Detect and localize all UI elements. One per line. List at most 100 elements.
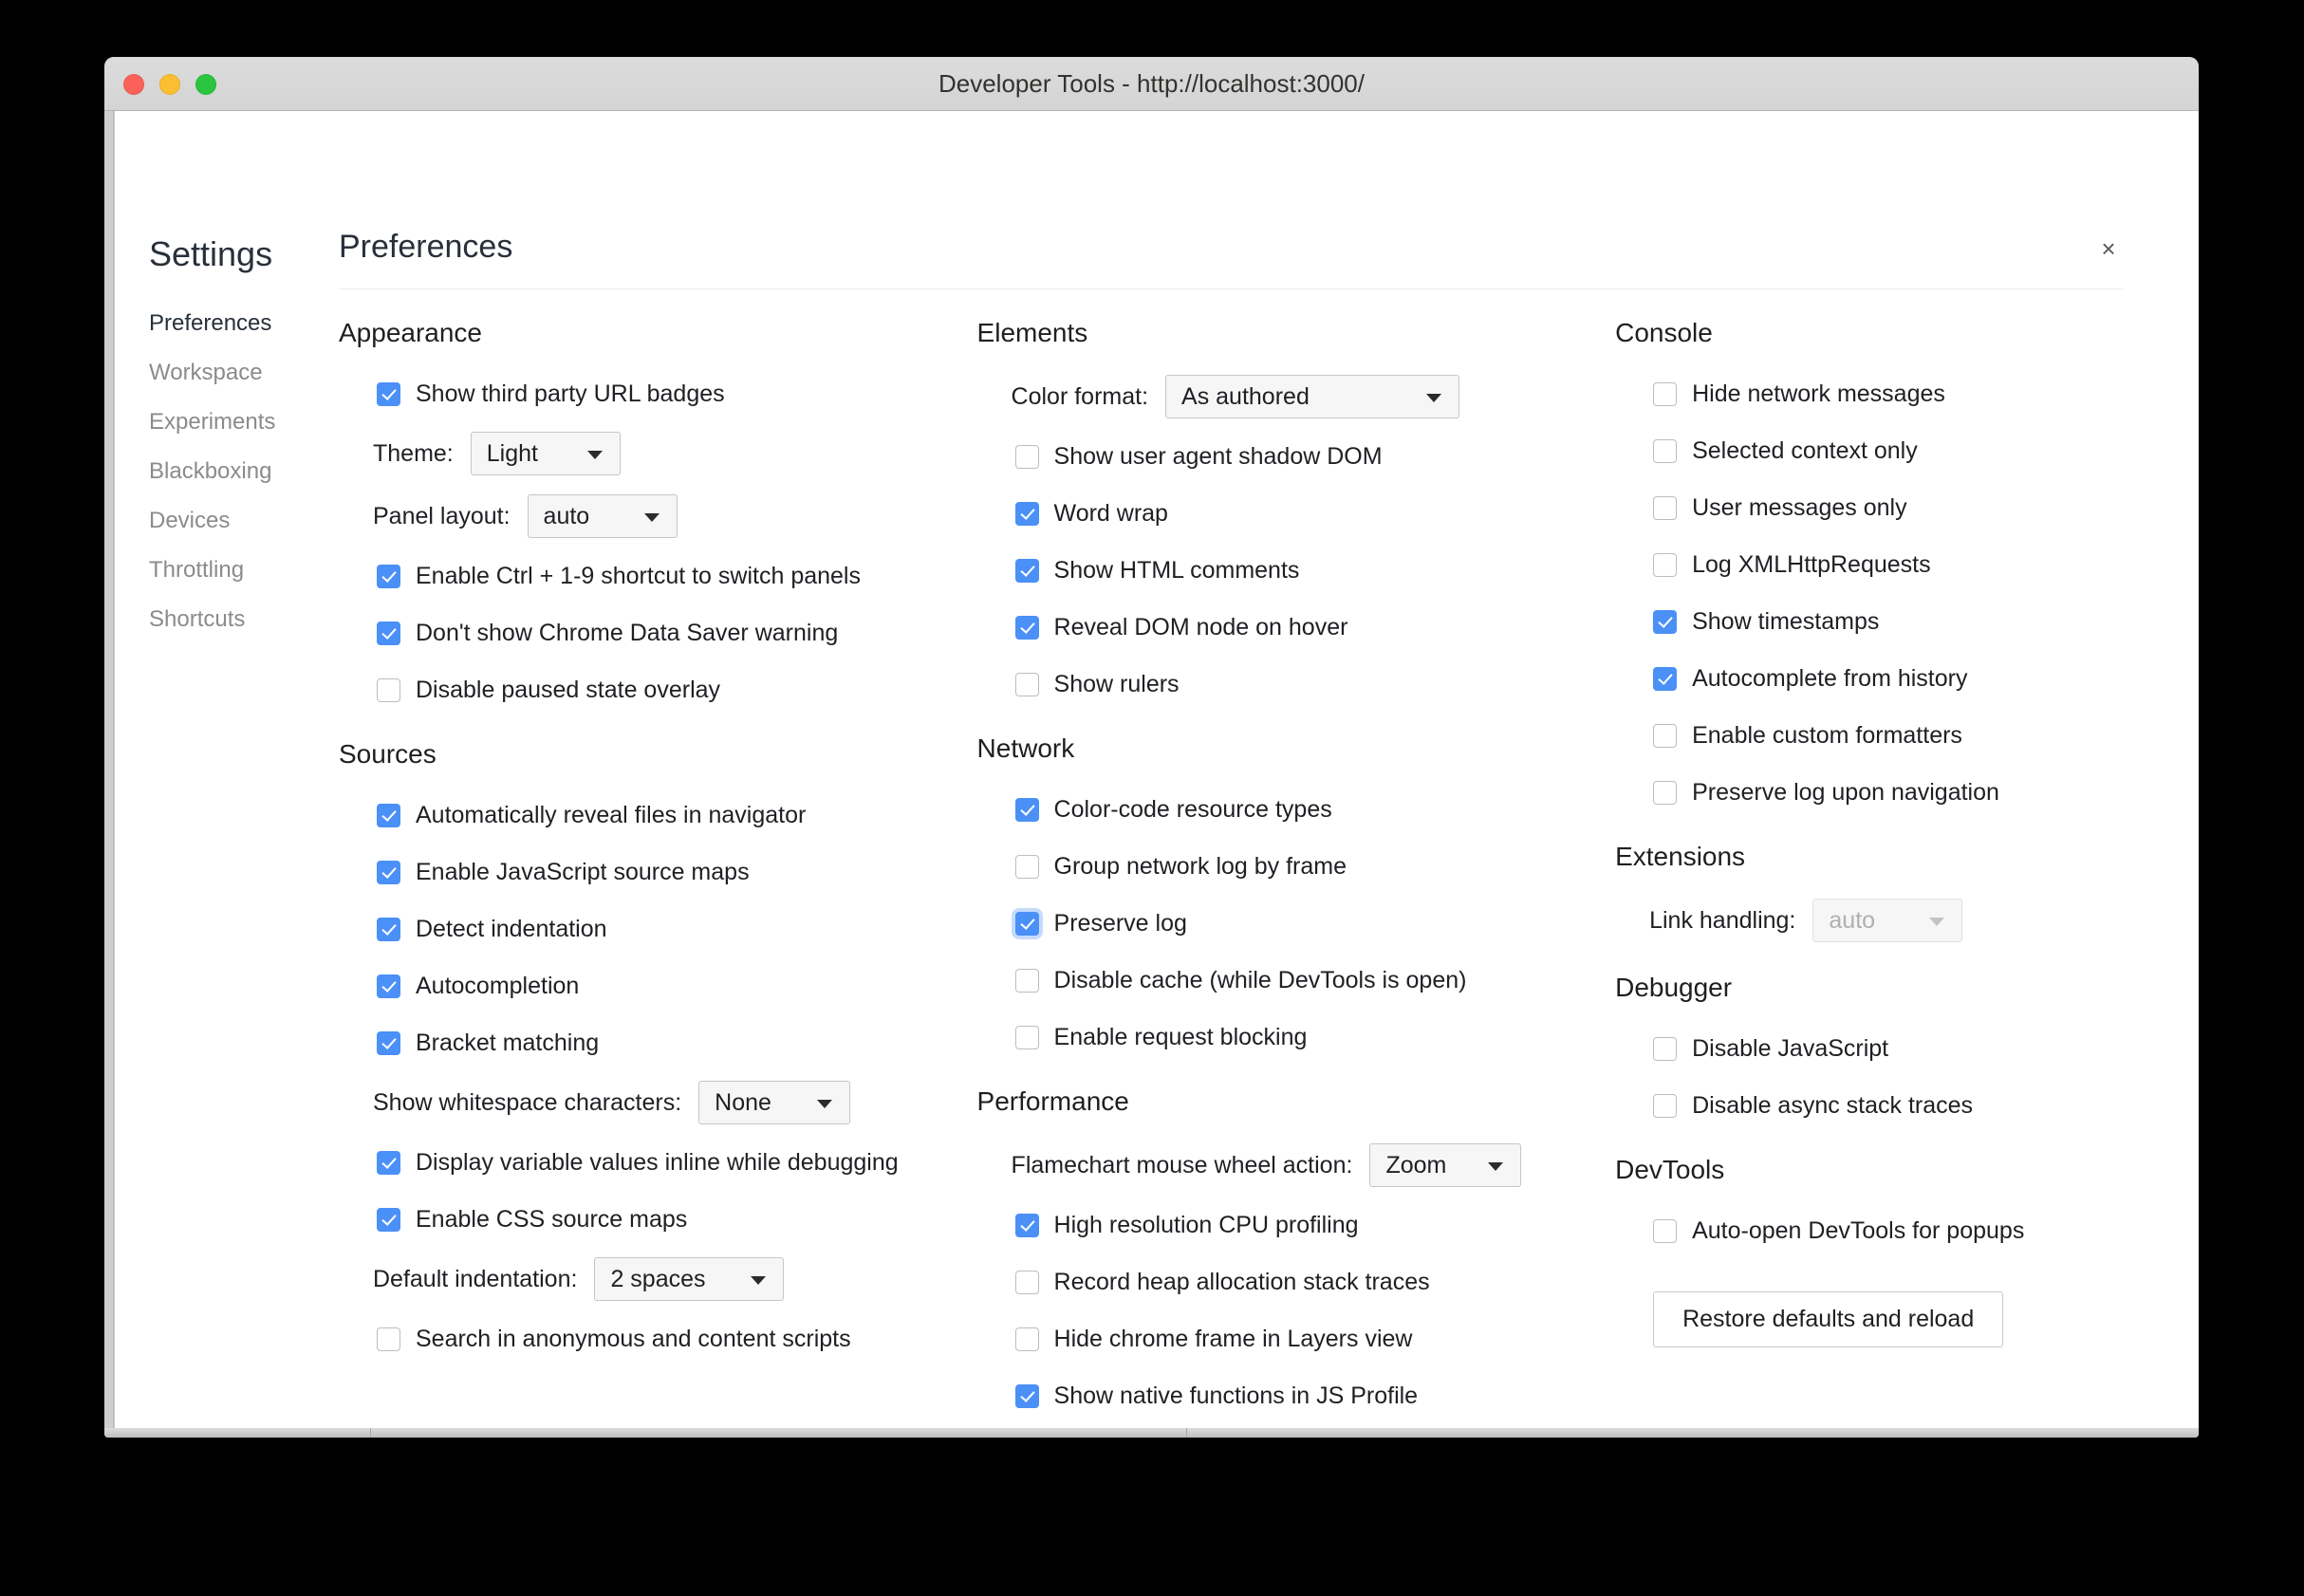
- setting-autocompletion[interactable]: Autocompletion: [339, 957, 977, 1014]
- default-indentation-select[interactable]: 2 spaces: [594, 1257, 785, 1301]
- setting-show-third-party-url-badges[interactable]: Show third party URL badges: [339, 365, 977, 422]
- section-extensions: Extensions Link handling: auto: [1615, 842, 2199, 952]
- setting-enable-js-source-maps[interactable]: Enable JavaScript source maps: [339, 844, 977, 900]
- setting-user-messages-only[interactable]: User messages only: [1615, 479, 2199, 536]
- checkbox-checked-icon[interactable]: [1014, 911, 1039, 936]
- setting-preserve-log-upon-navigation[interactable]: Preserve log upon navigation: [1615, 764, 2199, 821]
- setting-reveal-dom-node-on-hover[interactable]: Reveal DOM node on hover: [977, 599, 1616, 656]
- checkbox-unchecked-icon[interactable]: [1653, 438, 1678, 463]
- checkbox-checked-icon[interactable]: [1014, 558, 1039, 583]
- checkbox-checked-icon[interactable]: [377, 1030, 400, 1055]
- sidebar-item-experiments[interactable]: Experiments: [115, 398, 316, 447]
- setting-disable-async-stack-traces[interactable]: Disable async stack traces: [1615, 1077, 2199, 1134]
- checkbox-unchecked-icon[interactable]: [1653, 381, 1678, 406]
- checkbox-checked-icon[interactable]: [377, 917, 400, 941]
- checkbox-unchecked-icon[interactable]: [1014, 1270, 1039, 1294]
- checkbox-unchecked-icon[interactable]: [1653, 780, 1678, 805]
- sidebar-item-preferences[interactable]: Preferences: [115, 299, 316, 348]
- checkbox-unchecked-icon[interactable]: [377, 677, 400, 702]
- setting-disable-paused-state-overlay[interactable]: Disable paused state overlay: [339, 661, 977, 718]
- checkbox-checked-icon[interactable]: [1653, 609, 1678, 634]
- checkbox-checked-icon[interactable]: [377, 1150, 400, 1175]
- theme-select[interactable]: Light: [470, 432, 621, 475]
- setting-record-heap-allocation-stack-traces[interactable]: Record heap allocation stack traces: [977, 1253, 1616, 1310]
- setting-display-variable-values-inline[interactable]: Display variable values inline while deb…: [339, 1134, 977, 1191]
- restore-defaults-button[interactable]: Restore defaults and reload: [1653, 1291, 2004, 1347]
- setting-hide-network-messages[interactable]: Hide network messages: [1615, 365, 2199, 422]
- setting-disable-cache[interactable]: Disable cache (while DevTools is open): [977, 952, 1616, 1009]
- setting-search-anonymous-content-scripts[interactable]: Search in anonymous and content scripts: [339, 1310, 977, 1367]
- checkbox-checked-icon[interactable]: [377, 803, 400, 827]
- checkbox-checked-icon[interactable]: [377, 1207, 400, 1232]
- setting-auto-open-devtools-for-popups[interactable]: Auto-open DevTools for popups: [1615, 1202, 2199, 1259]
- checkbox-checked-icon[interactable]: [1653, 666, 1678, 691]
- section-sources: Sources Automatically reveal files in na…: [339, 739, 977, 1367]
- setting-enable-request-blocking[interactable]: Enable request blocking: [977, 1009, 1616, 1066]
- select-value: 2 spaces: [610, 1265, 706, 1292]
- checkbox-unchecked-icon[interactable]: [1014, 968, 1039, 993]
- window-body: × Settings Preferences Workspace Experim…: [104, 111, 2199, 1438]
- checkbox-checked-icon[interactable]: [377, 564, 400, 588]
- checkbox-checked-icon[interactable]: [377, 621, 400, 645]
- setting-show-native-functions-in-js-profile[interactable]: Show native functions in JS Profile: [977, 1367, 1616, 1424]
- setting-log-xmlhttprequests[interactable]: Log XMLHttpRequests: [1615, 536, 2199, 593]
- sidebar-item-shortcuts[interactable]: Shortcuts: [115, 595, 316, 644]
- setting-hide-chrome-frame-in-layers-view[interactable]: Hide chrome frame in Layers view: [977, 1310, 1616, 1367]
- column-middle: Elements Color format: As authored Show …: [977, 318, 1616, 1428]
- setting-group-network-log-by-frame[interactable]: Group network log by frame: [977, 838, 1616, 895]
- settings-sidebar: Settings Preferences Workspace Experimen…: [115, 111, 316, 1428]
- setting-autocomplete-from-history[interactable]: Autocomplete from history: [1615, 650, 2199, 707]
- setting-label: Disable cache (while DevTools is open): [1053, 966, 1467, 993]
- setting-disable-javascript[interactable]: Disable JavaScript: [1615, 1020, 2199, 1077]
- setting-word-wrap[interactable]: Word wrap: [977, 485, 1616, 542]
- setting-selected-context-only[interactable]: Selected context only: [1615, 422, 2199, 479]
- checkbox-unchecked-icon[interactable]: [1653, 1036, 1678, 1061]
- setting-bracket-matching[interactable]: Bracket matching: [339, 1014, 977, 1071]
- checkbox-unchecked-icon[interactable]: [1014, 672, 1039, 696]
- setting-enable-css-source-maps[interactable]: Enable CSS source maps: [339, 1191, 977, 1248]
- setting-show-rulers[interactable]: Show rulers: [977, 656, 1616, 713]
- setting-enable-custom-formatters[interactable]: Enable custom formatters: [1615, 707, 2199, 764]
- checkbox-checked-icon[interactable]: [1014, 501, 1039, 526]
- checkbox-unchecked-icon[interactable]: [1653, 1093, 1678, 1118]
- checkbox-unchecked-icon[interactable]: [1014, 1025, 1039, 1049]
- setting-auto-reveal-files[interactable]: Automatically reveal files in navigator: [339, 787, 977, 844]
- setting-color-code-resource-types[interactable]: Color-code resource types: [977, 781, 1616, 838]
- setting-label: Selected context only: [1692, 436, 1918, 464]
- flamechart-wheel-select[interactable]: Zoom: [1369, 1143, 1522, 1187]
- checkbox-unchecked-icon[interactable]: [1653, 495, 1678, 520]
- checkbox-checked-icon[interactable]: [1014, 1213, 1039, 1237]
- setting-high-resolution-cpu-profiling[interactable]: High resolution CPU profiling: [977, 1197, 1616, 1253]
- sidebar-item-workspace[interactable]: Workspace: [115, 348, 316, 398]
- checkbox-checked-icon[interactable]: [377, 974, 400, 998]
- select-value: Zoom: [1385, 1151, 1447, 1178]
- setting-enable-ctrl-shortcut[interactable]: Enable Ctrl + 1-9 shortcut to switch pan…: [339, 547, 977, 604]
- checkbox-unchecked-icon[interactable]: [1014, 854, 1039, 879]
- checkbox-unchecked-icon[interactable]: [1653, 1218, 1678, 1243]
- checkbox-unchecked-icon[interactable]: [377, 1327, 400, 1351]
- sidebar-item-blackboxing[interactable]: Blackboxing: [115, 447, 316, 496]
- checkbox-checked-icon[interactable]: [1014, 1383, 1039, 1408]
- checkbox-unchecked-icon[interactable]: [1014, 444, 1039, 469]
- setting-preserve-log[interactable]: Preserve log: [977, 895, 1616, 952]
- setting-detect-indentation[interactable]: Detect indentation: [339, 900, 977, 957]
- sidebar-item-throttling[interactable]: Throttling: [115, 546, 316, 595]
- checkbox-checked-icon[interactable]: [377, 381, 400, 406]
- checkbox-unchecked-icon[interactable]: [1653, 552, 1678, 577]
- show-whitespace-select[interactable]: None: [698, 1081, 851, 1124]
- sidebar-item-devices[interactable]: Devices: [115, 496, 316, 546]
- checkbox-checked-icon[interactable]: [1014, 797, 1039, 822]
- setting-show-html-comments[interactable]: Show HTML comments: [977, 542, 1616, 599]
- setting-label: Detect indentation: [416, 915, 607, 942]
- setting-show-timestamps[interactable]: Show timestamps: [1615, 593, 2199, 650]
- column-left: Appearance Show third party URL badges T…: [339, 318, 977, 1428]
- checkbox-unchecked-icon[interactable]: [1014, 1327, 1039, 1351]
- checkbox-checked-icon[interactable]: [377, 860, 400, 884]
- checkbox-unchecked-icon[interactable]: [1653, 723, 1678, 748]
- setting-label: Show third party URL badges: [416, 380, 725, 407]
- setting-show-user-agent-shadow-dom[interactable]: Show user agent shadow DOM: [977, 428, 1616, 485]
- color-format-select[interactable]: As authored: [1165, 375, 1460, 418]
- setting-dont-show-data-saver-warning[interactable]: Don't show Chrome Data Saver warning: [339, 604, 977, 661]
- checkbox-checked-icon[interactable]: [1014, 615, 1039, 640]
- panel-layout-select[interactable]: auto: [527, 494, 678, 538]
